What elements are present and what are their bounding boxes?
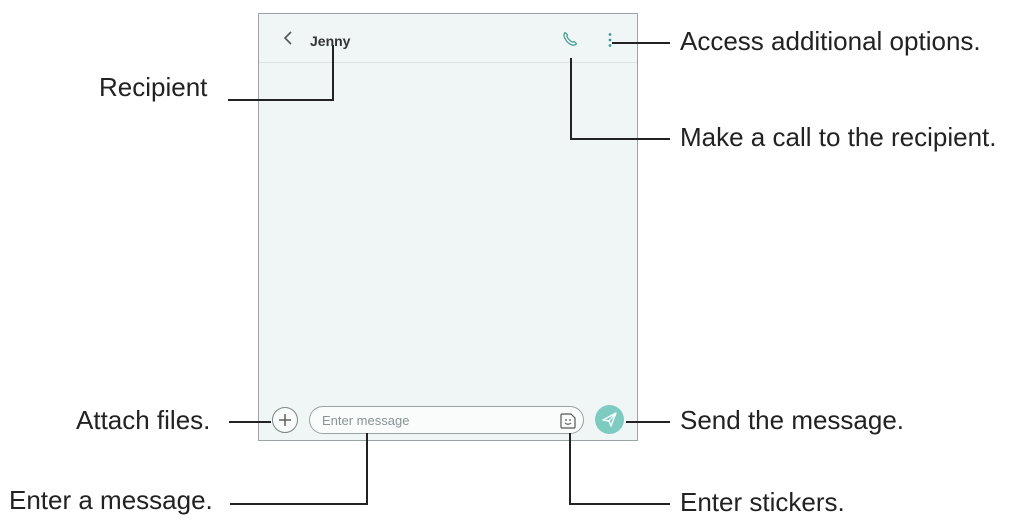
back-chevron-icon[interactable]: [281, 28, 295, 48]
send-icon: [602, 412, 617, 427]
plus-icon: [279, 414, 291, 426]
attach-button[interactable]: [272, 407, 298, 433]
callout-stickers: Enter stickers.: [680, 487, 845, 517]
callout-call: Make a call to the recipient.: [680, 122, 997, 152]
recipient-leader-v: [332, 45, 334, 101]
callout-recipient: Recipient: [99, 72, 208, 102]
more-options-icon[interactable]: [607, 32, 613, 48]
phone-icon[interactable]: [562, 31, 578, 47]
callout-enter-message: Enter a message.: [9, 485, 213, 515]
message-leader-v: [366, 433, 368, 505]
stickers-leader-v: [569, 433, 571, 505]
send-button[interactable]: [595, 405, 624, 434]
messaging-screen: Jenny Enter message: [258, 13, 638, 441]
options-leader: [612, 42, 670, 44]
callout-attach: Attach files.: [76, 405, 211, 435]
callout-more-options: Access additional options.: [680, 26, 981, 56]
attach-leader: [229, 421, 271, 423]
conversation-header: Jenny: [259, 14, 637, 63]
stickers-leader-h: [569, 503, 670, 505]
message-input[interactable]: Enter message: [309, 406, 584, 434]
callout-send: Send the message.: [680, 405, 905, 435]
send-leader: [626, 421, 670, 423]
call-leader-v: [570, 58, 572, 140]
sticker-icon[interactable]: [559, 412, 577, 430]
message-input-placeholder: Enter message: [322, 413, 410, 428]
message-leader-h: [230, 503, 368, 505]
recipient-leader-h: [228, 99, 334, 101]
call-leader-h: [570, 138, 670, 140]
recipient-name[interactable]: Jenny: [310, 33, 350, 49]
